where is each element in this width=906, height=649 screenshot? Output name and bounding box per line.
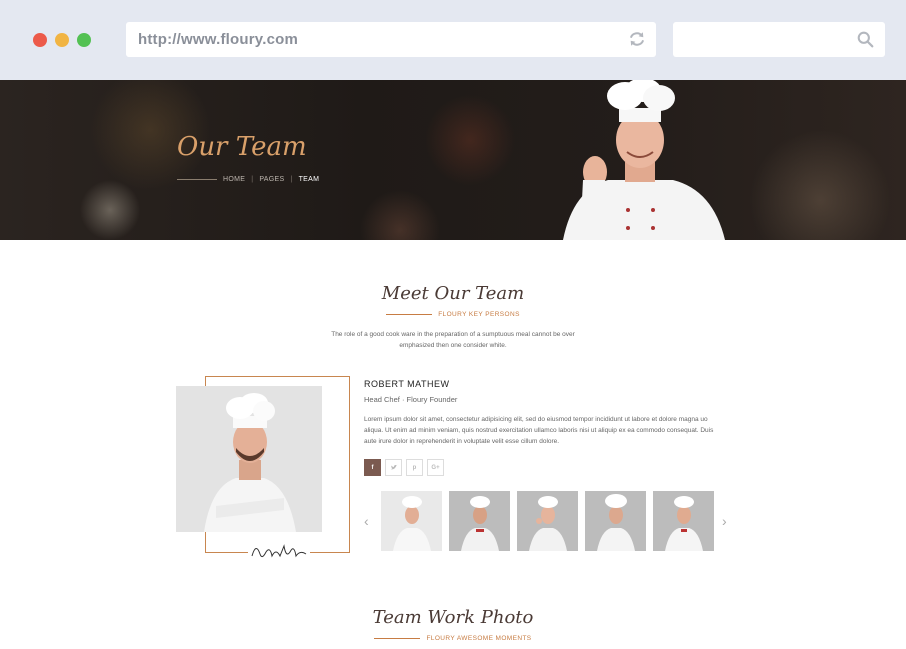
breadcrumb-separator: | bbox=[290, 176, 293, 183]
close-window-button[interactable] bbox=[33, 33, 47, 47]
browser-chrome: http://www.floury.com bbox=[0, 0, 906, 80]
chef-thumbnail-image bbox=[461, 496, 499, 551]
carousel-next-button[interactable]: › bbox=[722, 513, 727, 529]
carousel-prev-button[interactable]: ‹ bbox=[364, 513, 369, 529]
breadcrumb-divider-line bbox=[177, 179, 217, 180]
team-work-subtitle: FLOURY AWESOME MOMENTS bbox=[0, 635, 906, 642]
page-hero-banner: Our Team HOME | PAGES | TEAM bbox=[0, 80, 906, 240]
member-photo bbox=[176, 386, 322, 532]
twitter-bird-icon bbox=[390, 464, 397, 470]
url-text: http://www.floury.com bbox=[138, 31, 299, 48]
address-bar[interactable]: http://www.floury.com bbox=[126, 22, 656, 57]
team-thumbnail[interactable] bbox=[381, 491, 442, 551]
browser-search-field[interactable] bbox=[673, 22, 885, 57]
pinterest-icon[interactable]: p bbox=[406, 459, 423, 476]
team-thumbnail[interactable] bbox=[585, 491, 646, 551]
minimize-window-button[interactable] bbox=[55, 33, 69, 47]
team-thumbnail[interactable] bbox=[517, 491, 578, 551]
team-thumbnail[interactable] bbox=[449, 491, 510, 551]
search-icon[interactable] bbox=[857, 31, 874, 48]
breadcrumb-home[interactable]: HOME bbox=[223, 176, 245, 183]
subtitle-divider-line bbox=[374, 637, 421, 639]
google-plus-icon[interactable]: G+ bbox=[427, 459, 444, 476]
breadcrumb-pages[interactable]: PAGES bbox=[259, 176, 284, 183]
team-thumbnail-carousel bbox=[381, 491, 714, 551]
member-signature-image bbox=[248, 538, 310, 564]
meet-team-subtitle-text: FLOURY KEY PERSONS bbox=[438, 311, 520, 318]
meet-team-subtitle: FLOURY KEY PERSONS bbox=[0, 311, 906, 318]
meet-team-heading: Meet Our Team bbox=[381, 283, 525, 304]
facebook-icon[interactable]: f bbox=[364, 459, 381, 476]
chef-thumbnail-image bbox=[393, 496, 431, 551]
member-bio: Lorem ipsum dolor sit amet, consectetur … bbox=[364, 416, 714, 445]
social-links: f p G+ bbox=[364, 459, 444, 476]
subtitle-divider-line bbox=[386, 313, 433, 315]
meet-team-intro: The role of a good cook ware in the prep… bbox=[331, 331, 575, 349]
page-title: Our Team bbox=[177, 132, 307, 162]
chef-thumbnail-image bbox=[665, 496, 703, 551]
chef-hero-image bbox=[563, 80, 725, 240]
maximize-window-button[interactable] bbox=[77, 33, 91, 47]
member-name: ROBERT MATHEW bbox=[364, 379, 450, 389]
breadcrumb-separator: | bbox=[251, 176, 254, 183]
team-work-subtitle-text: FLOURY AWESOME MOMENTS bbox=[426, 635, 532, 642]
chef-thumbnail-image bbox=[597, 494, 635, 551]
chef-thumbnail-image bbox=[529, 496, 567, 551]
team-thumbnail[interactable] bbox=[653, 491, 714, 551]
reload-icon[interactable] bbox=[628, 30, 646, 48]
twitter-icon[interactable] bbox=[385, 459, 402, 476]
breadcrumb-team: TEAM bbox=[298, 176, 320, 183]
chef-portrait-image bbox=[204, 393, 296, 532]
breadcrumb: HOME | PAGES | TEAM bbox=[177, 176, 319, 183]
member-role: Head Chef · Floury Founder bbox=[364, 395, 458, 404]
team-work-heading: Team Work Photo bbox=[372, 607, 534, 628]
